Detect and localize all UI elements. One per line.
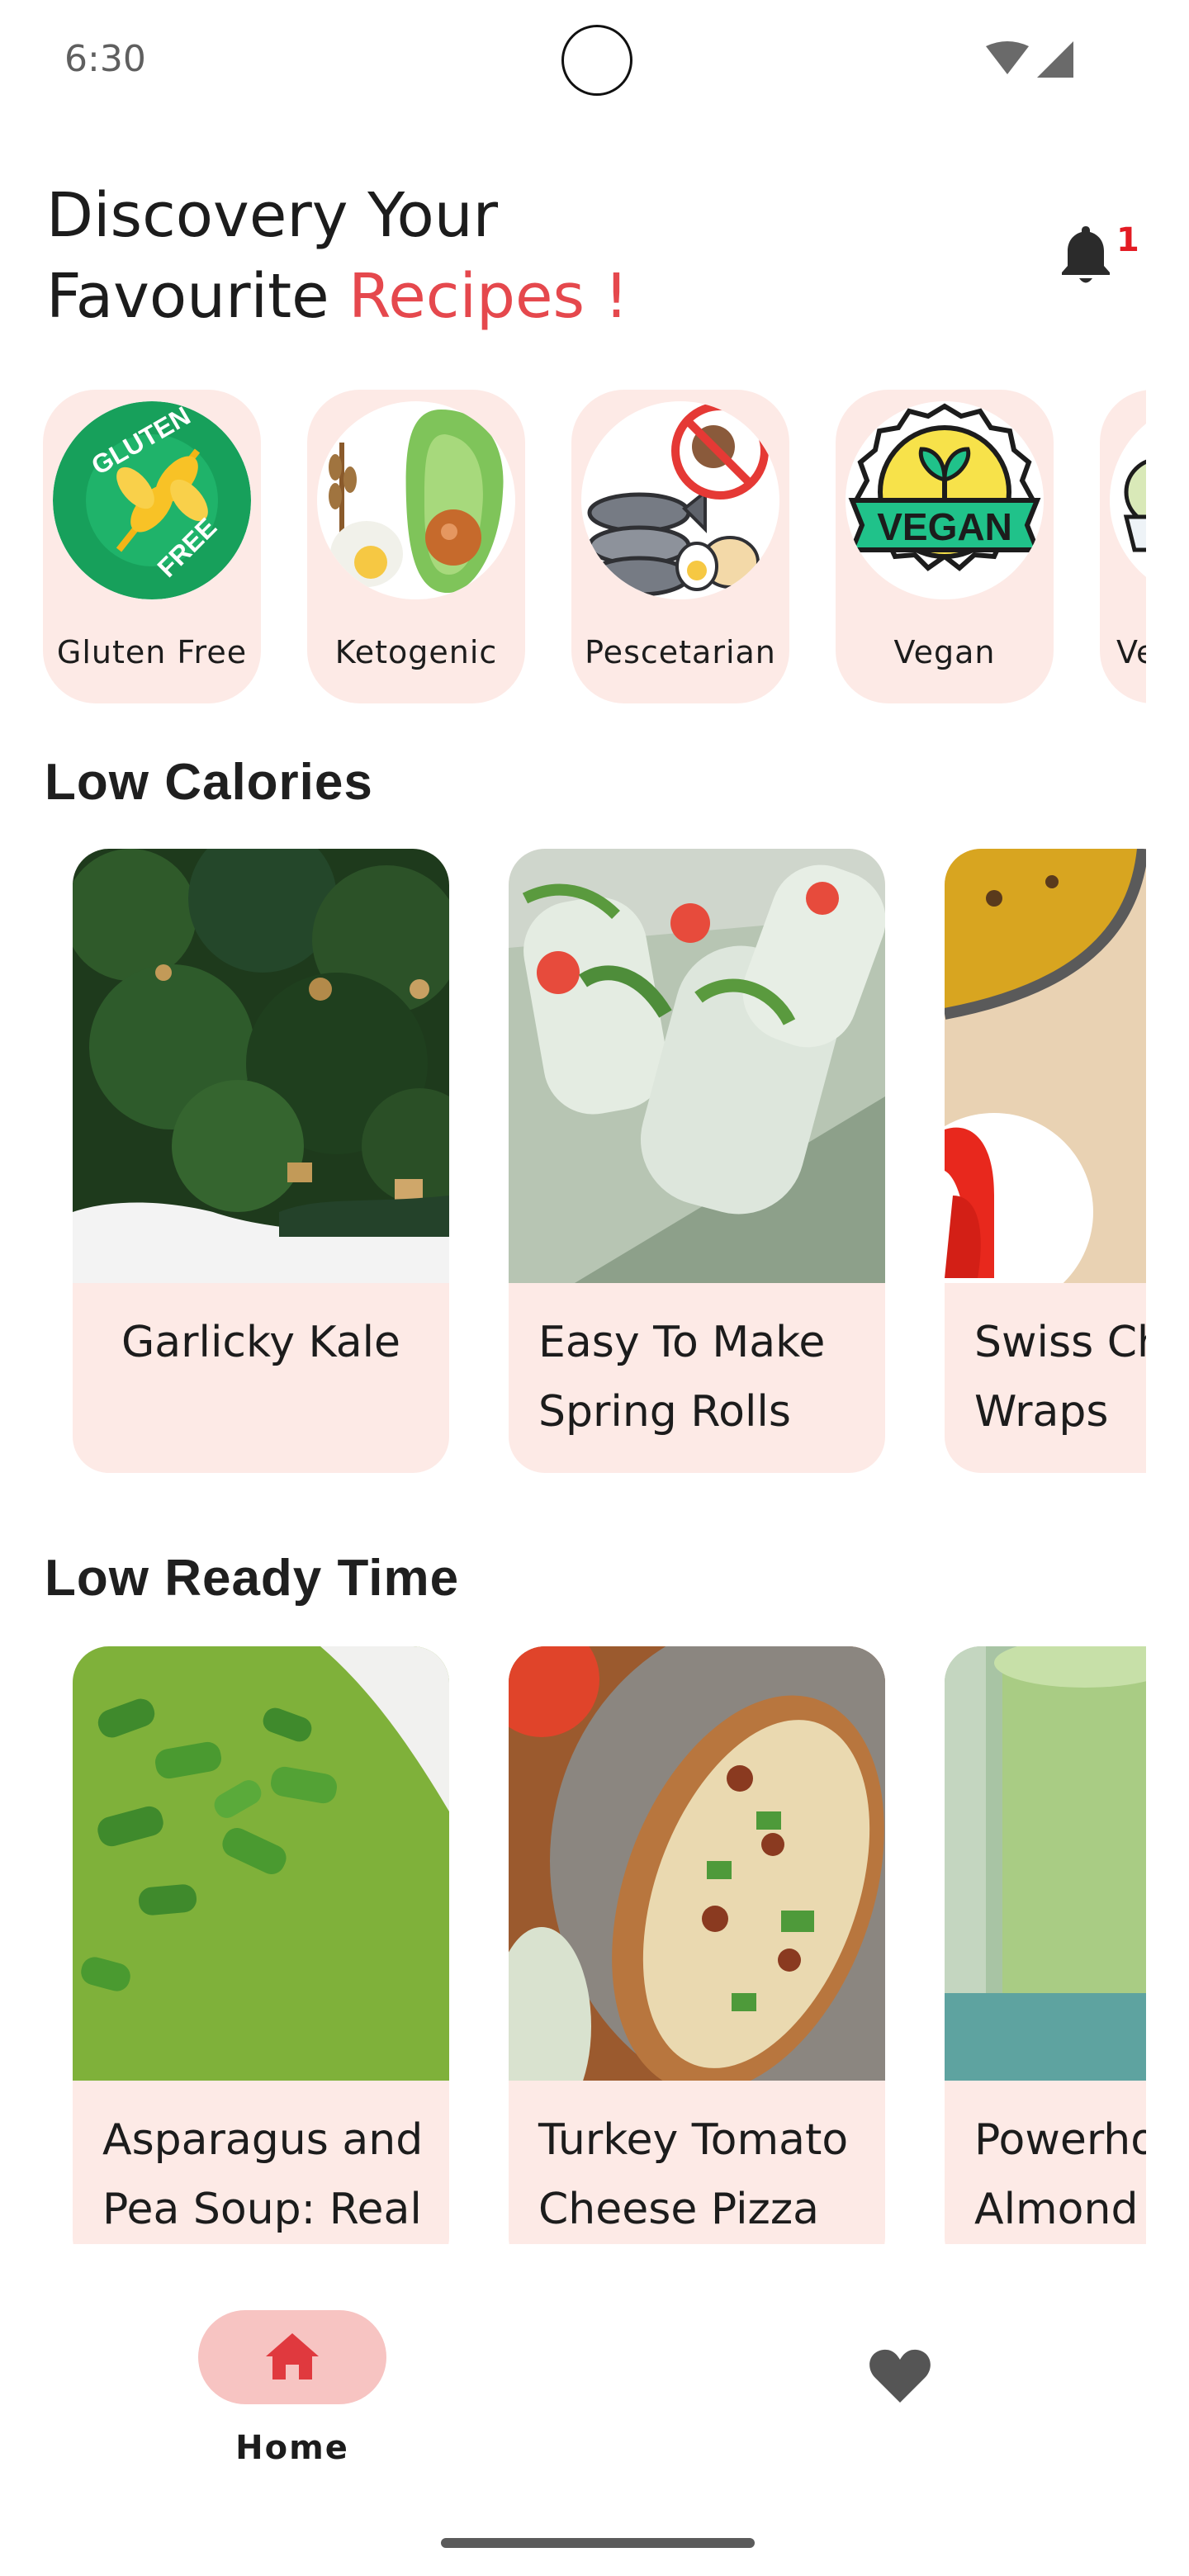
category-label: Gluten Free bbox=[56, 634, 248, 670]
nav-home-label: Home bbox=[235, 2429, 349, 2467]
notification-badge: 1 bbox=[1116, 221, 1139, 259]
recipe-name: Powerho Almond I bbox=[974, 2115, 1146, 2234]
pescetarian-icon bbox=[581, 401, 779, 599]
front-camera bbox=[561, 25, 632, 96]
diet-category-list[interactable]: GLUTEN FREE Gluten Free Ketogenic Pescet… bbox=[43, 390, 1146, 703]
section-title-low-ready-time: Low Ready Time bbox=[45, 1550, 460, 1607]
category-ketogenic[interactable]: Ketogenic bbox=[307, 390, 525, 703]
recipe-name: Turkey Tomato Cheese Pizza bbox=[538, 2115, 849, 2234]
signal-icons bbox=[986, 41, 1073, 78]
recipe-card[interactable]: Turkey Tomato Cheese Pizza bbox=[509, 1646, 885, 2244]
title-line-1: Discovery Your bbox=[46, 180, 499, 251]
status-bar: 6:30 bbox=[0, 0, 1189, 124]
gluten-free-icon: GLUTEN FREE bbox=[53, 401, 251, 599]
bottom-navigation: Home bbox=[0, 2246, 1189, 2576]
recipe-image bbox=[509, 1646, 885, 2081]
recipe-image bbox=[509, 849, 885, 1283]
recipe-image bbox=[73, 849, 449, 1283]
home-icon bbox=[266, 2333, 319, 2379]
low-ready-time-recipe-list[interactable]: Asparagus and Pea Soup: Real Turkey Toma… bbox=[73, 1646, 1146, 2244]
category-vegan[interactable]: VEGAN Vegan bbox=[836, 390, 1054, 703]
recipe-card[interactable]: Powerho Almond I bbox=[945, 1646, 1146, 2244]
ketogenic-icon bbox=[317, 401, 515, 599]
category-gluten-free[interactable]: GLUTEN FREE Gluten Free bbox=[43, 390, 261, 703]
recipe-name: Easy To Make Spring Rolls bbox=[538, 1318, 826, 1437]
section-title-low-calories: Low Calories bbox=[45, 754, 373, 811]
category-label: Ketogenic bbox=[334, 634, 498, 670]
page-title: Discovery Your Favourite Recipes ! bbox=[46, 175, 628, 337]
recipe-image bbox=[945, 1646, 1146, 2081]
wifi-icon bbox=[986, 41, 1029, 74]
category-vegetarian[interactable]: Ve bbox=[1100, 390, 1146, 703]
notification-bell-icon[interactable] bbox=[1059, 223, 1113, 286]
vegan-icon: VEGAN bbox=[846, 401, 1044, 599]
svg-text:VEGAN: VEGAN bbox=[877, 505, 1012, 548]
recipe-card[interactable]: Swiss Ch Wraps bbox=[945, 849, 1146, 1473]
recipe-name: Swiss Ch Wraps bbox=[974, 1318, 1146, 1437]
title-accent: Recipes ! bbox=[348, 261, 629, 332]
cellular-icon bbox=[1037, 41, 1073, 78]
recipe-card[interactable]: Easy To Make Spring Rolls bbox=[509, 849, 885, 1473]
vegetarian-icon bbox=[1110, 401, 1146, 599]
category-label: Pescetarian bbox=[585, 634, 776, 670]
category-pescetarian[interactable]: Pescetarian bbox=[571, 390, 789, 703]
low-calories-recipe-list[interactable]: Garlicky Kale Easy To Make Spring Rolls bbox=[73, 849, 1146, 1473]
recipe-card[interactable]: Asparagus and Pea Soup: Real bbox=[73, 1646, 449, 2244]
heart-icon[interactable] bbox=[867, 2345, 933, 2404]
category-label: Vegan bbox=[893, 634, 996, 670]
gesture-home-indicator[interactable] bbox=[441, 2538, 755, 2548]
title-line-2-prefix: Favourite bbox=[46, 261, 349, 332]
status-time: 6:30 bbox=[64, 38, 146, 80]
category-label: Ve bbox=[1116, 634, 1146, 670]
recipe-name: Garlicky Kale bbox=[121, 1318, 401, 1367]
recipe-card[interactable]: Garlicky Kale bbox=[73, 849, 449, 1473]
nav-home-button[interactable] bbox=[198, 2310, 386, 2404]
recipe-image bbox=[945, 849, 1146, 1283]
recipe-name: Asparagus and Pea Soup: Real bbox=[102, 2115, 424, 2234]
recipe-image bbox=[73, 1646, 449, 2081]
title-line-2: Favourite Recipes ! bbox=[46, 256, 628, 337]
